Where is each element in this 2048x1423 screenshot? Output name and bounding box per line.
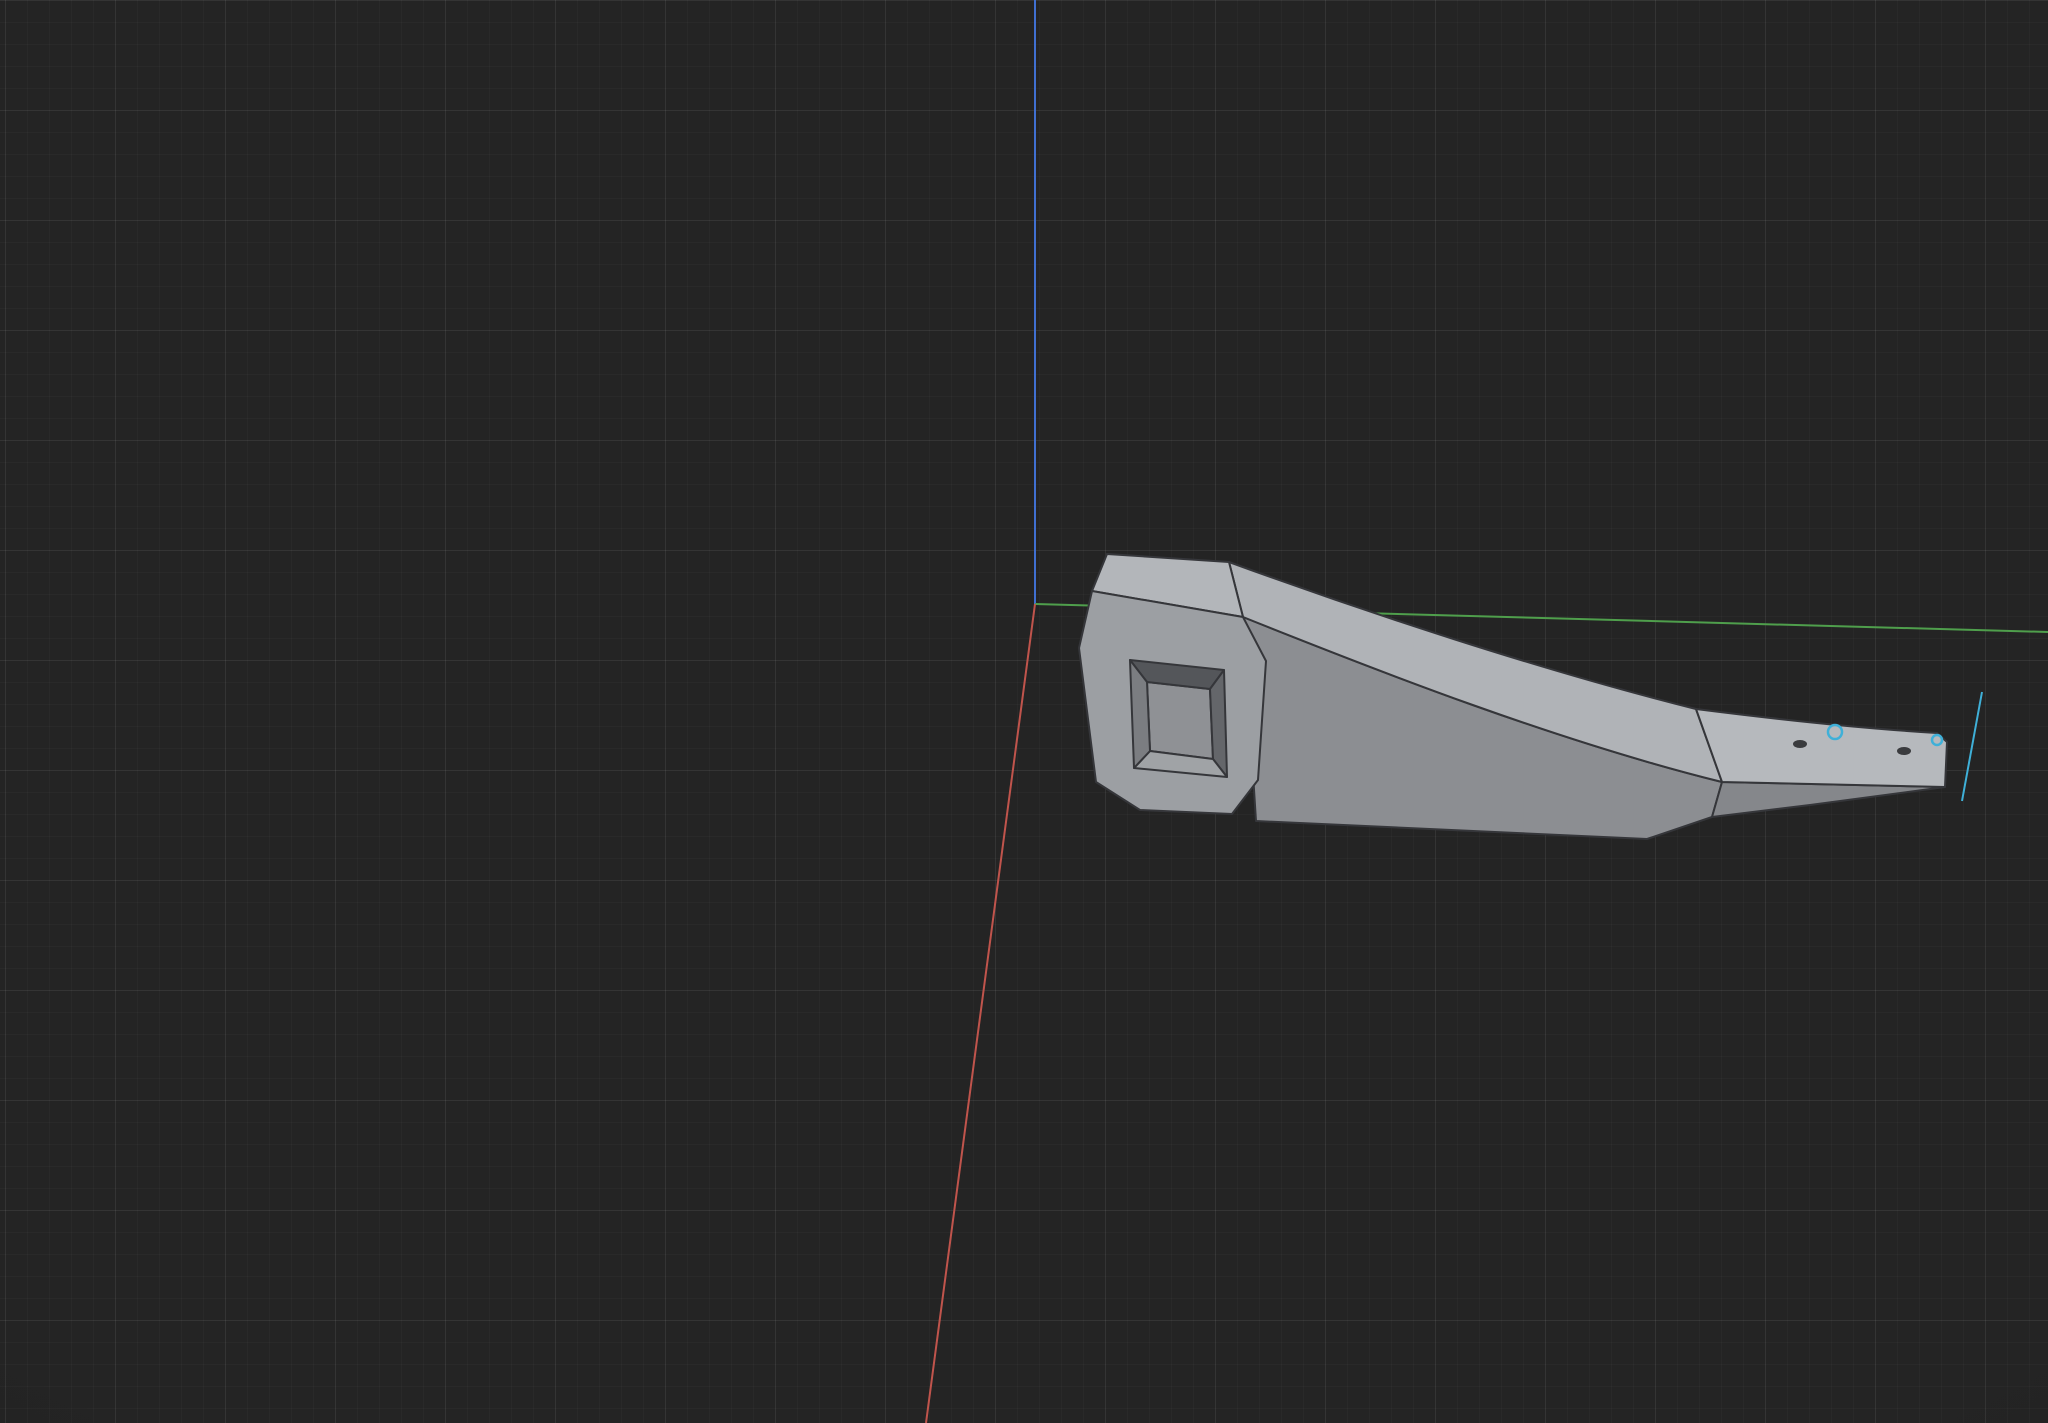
model-wedge-bracket[interactable]: [1079, 554, 1947, 839]
model-tip-landing-face[interactable]: [1696, 709, 1947, 787]
model-hole[interactable]: [1130, 660, 1227, 777]
scene-canvas[interactable]: [0, 0, 2048, 1423]
3d-viewport[interactable]: [0, 0, 2048, 1423]
tip-hole-left[interactable]: [1793, 740, 1807, 748]
x-axis-line: [926, 604, 1035, 1423]
tip-hole-right[interactable]: [1897, 747, 1911, 755]
model-under-tip-face[interactable]: [1712, 782, 1945, 817]
hole-back-face[interactable]: [1147, 682, 1213, 759]
selected-edge-highlight[interactable]: [1962, 692, 1982, 801]
